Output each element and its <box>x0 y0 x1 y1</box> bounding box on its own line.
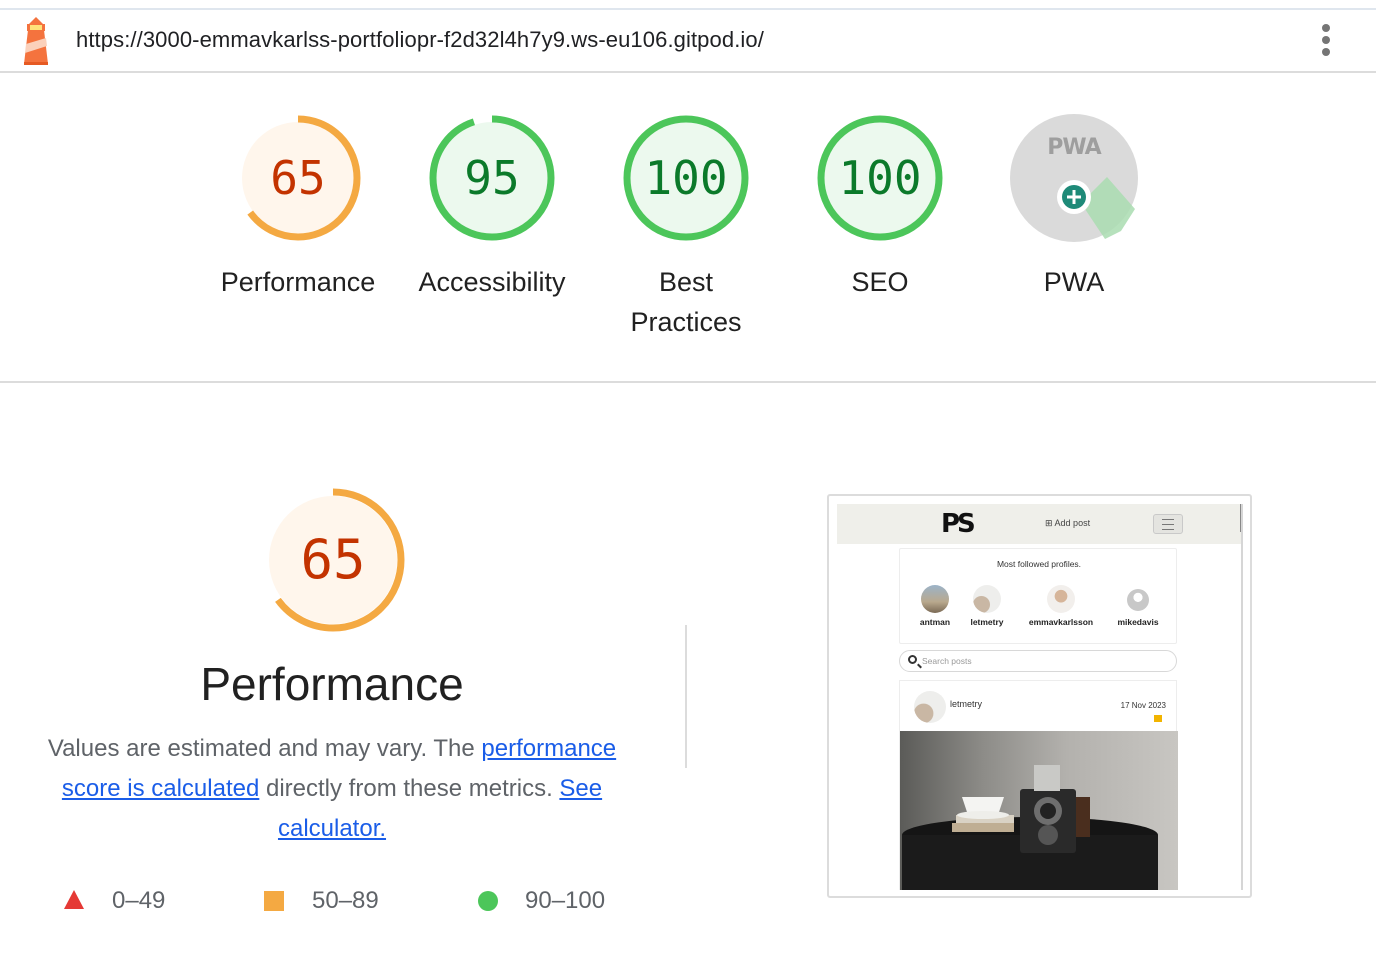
pwa-badge-text: PWA <box>1047 135 1101 160</box>
avatar <box>921 585 949 613</box>
performance-score: 65 <box>300 528 366 591</box>
gauge-label: PWA <box>1043 267 1105 297</box>
avatar <box>1127 589 1149 611</box>
scrollbar <box>1240 504 1241 532</box>
search-icon <box>908 655 917 664</box>
profile-item: emmavkarlsson <box>1026 585 1096 627</box>
average-square-icon <box>264 891 284 911</box>
post-card: letmetry 17 Nov 2023 <box>899 680 1178 890</box>
gauge-label: Best Practices <box>630 267 742 337</box>
report-url[interactable]: https://3000-emmavkarlss-portfoliopr-f2d… <box>76 27 764 53</box>
profile-item: letmetry <box>952 585 1022 627</box>
vertical-divider <box>685 625 687 768</box>
add-post-label: Add post <box>1054 518 1091 528</box>
avatar <box>973 585 1001 613</box>
screenshot-page: PS ⊞ Add post Most followed profiles. an… <box>837 504 1243 890</box>
gauge-label: Accessibility <box>418 267 566 297</box>
legend-average-range: 50–89 <box>312 887 379 914</box>
add-post-link: ⊞ Add post <box>1045 518 1091 528</box>
avatar <box>1047 585 1075 613</box>
desc-text-2: directly from these metrics. <box>259 775 560 802</box>
legend-pass-range: 90–100 <box>525 887 606 914</box>
gauge-label: Performance <box>220 267 376 297</box>
final-screenshot[interactable]: PS ⊞ Add post Most followed profiles. an… <box>827 494 1252 898</box>
profiles-title: Most followed profiles. <box>996 559 1082 569</box>
gauge-best-practices[interactable]: 100 <box>621 113 751 243</box>
gauge-label: SEO <box>851 267 909 297</box>
site-logo: PS <box>941 509 976 539</box>
gauge-performance[interactable]: 65 <box>233 113 363 243</box>
desc-text-1: Values are estimated and may vary. The <box>47 735 482 762</box>
gauge-score: 100 <box>838 151 922 205</box>
post-date: 17 Nov 2023 <box>1120 701 1166 710</box>
fail-triangle-icon <box>64 890 84 909</box>
gauge-score: 100 <box>644 151 728 205</box>
avatar <box>914 691 946 723</box>
more-options-icon[interactable] <box>1314 22 1338 58</box>
post-photo-drawing <box>902 765 1158 890</box>
pass-circle-icon <box>478 891 498 911</box>
section-divider <box>0 381 1376 383</box>
gauge-score: 95 <box>464 151 520 205</box>
search-placeholder: Search posts <box>922 656 972 666</box>
pwa-badge-icon <box>1010 114 1138 242</box>
profile-name: emmavkarlsson <box>1028 617 1094 627</box>
profile-name: letmetry <box>970 617 1004 627</box>
lighthouse-logo-icon <box>24 17 48 65</box>
most-followed-profiles: Most followed profiles. antman letmetry … <box>899 548 1177 644</box>
post-image <box>900 731 1178 890</box>
report-header: https://3000-emmavkarlss-portfoliopr-f2d… <box>0 10 1376 73</box>
gauge-score: 65 <box>270 151 326 205</box>
search-posts-input: Search posts <box>899 650 1177 672</box>
post-username: letmetry <box>950 699 983 709</box>
gauge-accessibility[interactable]: 95 <box>427 113 557 243</box>
performance-gauge-large: 65 <box>258 485 408 635</box>
performance-title: Performance <box>200 658 464 710</box>
profile-item: mikedavis <box>1103 585 1173 627</box>
gauge-pwa[interactable]: PWA <box>1009 113 1139 243</box>
profile-name: mikedavis <box>1117 617 1159 627</box>
gauge-seo[interactable]: 100 <box>815 113 945 243</box>
flag-icon <box>1154 715 1162 722</box>
hamburger-menu-icon <box>1153 514 1183 534</box>
performance-description: Values are estimated and may vary. The p… <box>30 729 634 849</box>
site-navbar: PS ⊞ Add post <box>837 504 1241 544</box>
legend-fail-range: 0–49 <box>112 887 166 914</box>
